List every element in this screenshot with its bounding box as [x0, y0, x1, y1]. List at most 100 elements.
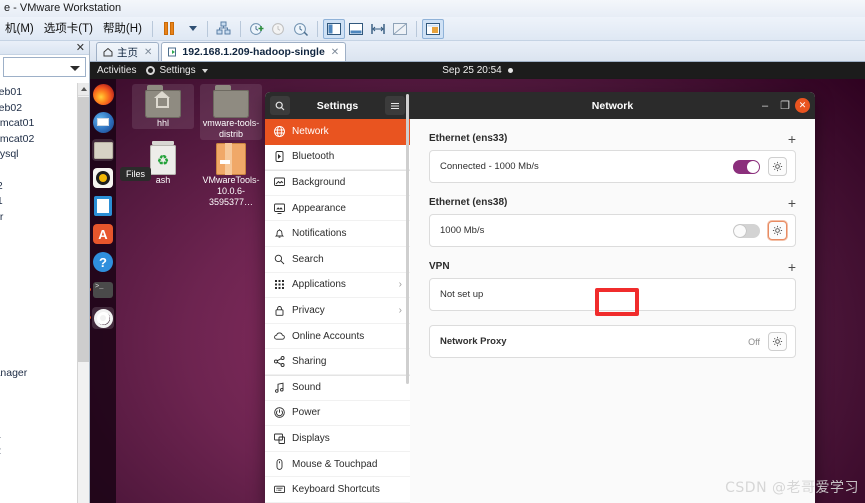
sidebar-item-background[interactable]: Background [265, 170, 410, 196]
app-menu-button[interactable]: Settings [146, 65, 208, 76]
tab-home[interactable]: 主页 ✕ [96, 42, 160, 61]
vm-tree-item[interactable] [0, 225, 89, 241]
show-library-icon[interactable] [322, 18, 345, 39]
vm-tree-item[interactable]: 106 [0, 412, 89, 428]
library-search-input[interactable] [3, 57, 86, 77]
sidebar-item-sound[interactable]: Sound [265, 374, 410, 401]
network-row[interactable]: Not set up [429, 278, 796, 311]
network-row[interactable]: Network Proxy Off [429, 325, 796, 358]
vm-tree-item[interactable] [0, 272, 89, 288]
vm-tree-item[interactable] [0, 288, 89, 304]
vm-tree-item[interactable]: ve01 [0, 194, 89, 210]
menu-help[interactable]: 帮助(H) [98, 18, 147, 40]
connection-toggle[interactable] [733, 159, 760, 174]
menu-vm[interactable]: 机(M) [0, 18, 39, 40]
vm-tree-item[interactable] [0, 257, 89, 273]
dock-item-libreoffice-writer[interactable] [92, 195, 114, 217]
take-snapshot-icon[interactable] [246, 19, 268, 39]
vm-tree-item[interactable]: s_mysql [0, 147, 89, 163]
add-connection-button[interactable]: + [788, 260, 796, 274]
dock-item-firefox[interactable] [92, 83, 114, 105]
vm-tree-item[interactable] [0, 459, 89, 475]
vm-tree-item[interactable]: 105 [0, 397, 89, 413]
dock-item-ubuntu-software[interactable]: A [92, 223, 114, 245]
vm-tree-item[interactable] [0, 303, 89, 319]
dropdown-caret-icon[interactable] [180, 19, 202, 39]
settings-gear-button[interactable] [768, 332, 787, 351]
full-screen-icon[interactable] [367, 19, 389, 39]
settings-gear-button[interactable] [768, 221, 787, 240]
sidebar-item-network[interactable]: Network [265, 119, 410, 145]
sidebar-item-sharing[interactable]: Sharing [265, 349, 410, 375]
dock-item-thunderbird[interactable] [92, 111, 114, 133]
vm-tree-item[interactable]: l [0, 335, 89, 351]
dock-item-terminal[interactable]: >_ [90, 279, 114, 301]
vm-tree-item[interactable]: l-manager [0, 366, 89, 382]
activities-button[interactable]: Activities [90, 65, 146, 76]
revert-snapshot-icon[interactable] [268, 19, 290, 39]
app-menu-label: Settings [159, 65, 196, 76]
show-thumbnail-bar-icon[interactable] [345, 19, 367, 39]
tab-close-icon[interactable]: ✕ [331, 47, 339, 58]
tab-vm-hadoop-single[interactable]: 192.168.1.209-hadoop-single ✕ [161, 42, 347, 61]
scroll-up-icon[interactable] [78, 83, 89, 96]
sidebar-item-displays[interactable]: Displays [265, 426, 410, 452]
sidebar-item-keyboard-shortcuts[interactable]: Keyboard Shortcuts [265, 477, 410, 503]
dock-item-help[interactable]: ? [92, 251, 114, 273]
vm-tree-item[interactable]: aster [0, 210, 89, 226]
vm-tree-item[interactable]: er [0, 475, 89, 491]
add-connection-button[interactable]: + [788, 132, 796, 146]
vm-tree-item[interactable]: s_tomcat01 [0, 116, 89, 132]
sidebar-scrollbar[interactable] [406, 94, 409, 384]
vm-tree[interactable]: s_web01s_web02s_tomcat01s_tomcat02s_mysq… [0, 83, 89, 503]
close-button[interactable]: ✕ [795, 98, 810, 113]
vm-tree-item[interactable]: s_web02 [0, 101, 89, 117]
unity-mode-icon[interactable] [389, 19, 411, 39]
vm-tree-item[interactable]: er01 [0, 428, 89, 444]
settings-nav-list[interactable]: Network Bluetooth Background Appearance Noti… [265, 119, 410, 503]
add-connection-button[interactable]: + [788, 196, 796, 210]
search-icon[interactable] [270, 96, 290, 115]
close-icon[interactable]: ✕ [76, 41, 85, 54]
vm-tree-item[interactable]: 104 [0, 381, 89, 397]
tab-close-icon[interactable]: ✕ [144, 47, 152, 58]
sidebar-item-mouse-touchpad[interactable]: Mouse & Touchpad [265, 452, 410, 478]
sidebar-item-search[interactable]: Search [265, 247, 410, 273]
sidebar-item-notifications[interactable]: Notifications [265, 221, 410, 247]
vm-tree-item[interactable]: ve02 [0, 179, 89, 195]
vm-tree-item[interactable]: s_tomcat02 [0, 132, 89, 148]
desktop-icon-hhl[interactable]: hhl [132, 84, 194, 129]
sidebar-item-appearance[interactable]: Appearance [265, 196, 410, 222]
sidebar-item-applications[interactable]: Applications › [265, 273, 410, 299]
snapshot-manager-icon[interactable] [213, 19, 235, 39]
console-view-icon[interactable] [421, 18, 444, 39]
dock-item-files[interactable] [92, 139, 114, 161]
connection-toggle[interactable] [733, 223, 760, 238]
vm-tree-item[interactable]: s_web01 [0, 85, 89, 101]
settings-gear-button[interactable] [768, 157, 787, 176]
manage-snapshots-icon[interactable] [290, 19, 312, 39]
minimize-button[interactable]: – [755, 96, 775, 116]
vm-tree-item[interactable]: er02 [0, 444, 89, 460]
sidebar-item-power[interactable]: Power [265, 401, 410, 427]
vm-tree-item[interactable] [0, 241, 89, 257]
pause-button[interactable] [158, 19, 180, 39]
hamburger-icon[interactable] [385, 96, 405, 115]
network-row[interactable]: Connected - 1000 Mb/s [429, 150, 796, 183]
sidebar-item-privacy[interactable]: Privacy › [265, 298, 410, 324]
scrollbar-thumb[interactable] [78, 97, 89, 362]
vm-tree-item[interactable]: as [0, 490, 89, 503]
dock-item-rhythmbox[interactable] [92, 167, 114, 189]
network-row[interactable]: 1000 Mb/s [429, 214, 796, 247]
vm-tree-item[interactable] [0, 163, 89, 179]
vm-tree-item[interactable]: e [0, 350, 89, 366]
desktop-icon-vmware-tools-distrib[interactable]: vmware-tools-distrib [200, 84, 262, 140]
sidebar-item-bluetooth[interactable]: Bluetooth [265, 145, 410, 171]
dock-item-settings[interactable] [90, 307, 114, 329]
vm-tree-item[interactable] [0, 319, 89, 335]
sidebar-item-online-accounts[interactable]: Online Accounts [265, 324, 410, 350]
menu-tabs[interactable]: 选项卡(T) [39, 18, 98, 40]
library-scrollbar[interactable] [77, 83, 89, 503]
desktop-icon-vmwaretools-archive[interactable]: VMwareTools-10.0.6-3595377… [200, 141, 262, 208]
maximize-button[interactable]: ❐ [775, 96, 795, 116]
